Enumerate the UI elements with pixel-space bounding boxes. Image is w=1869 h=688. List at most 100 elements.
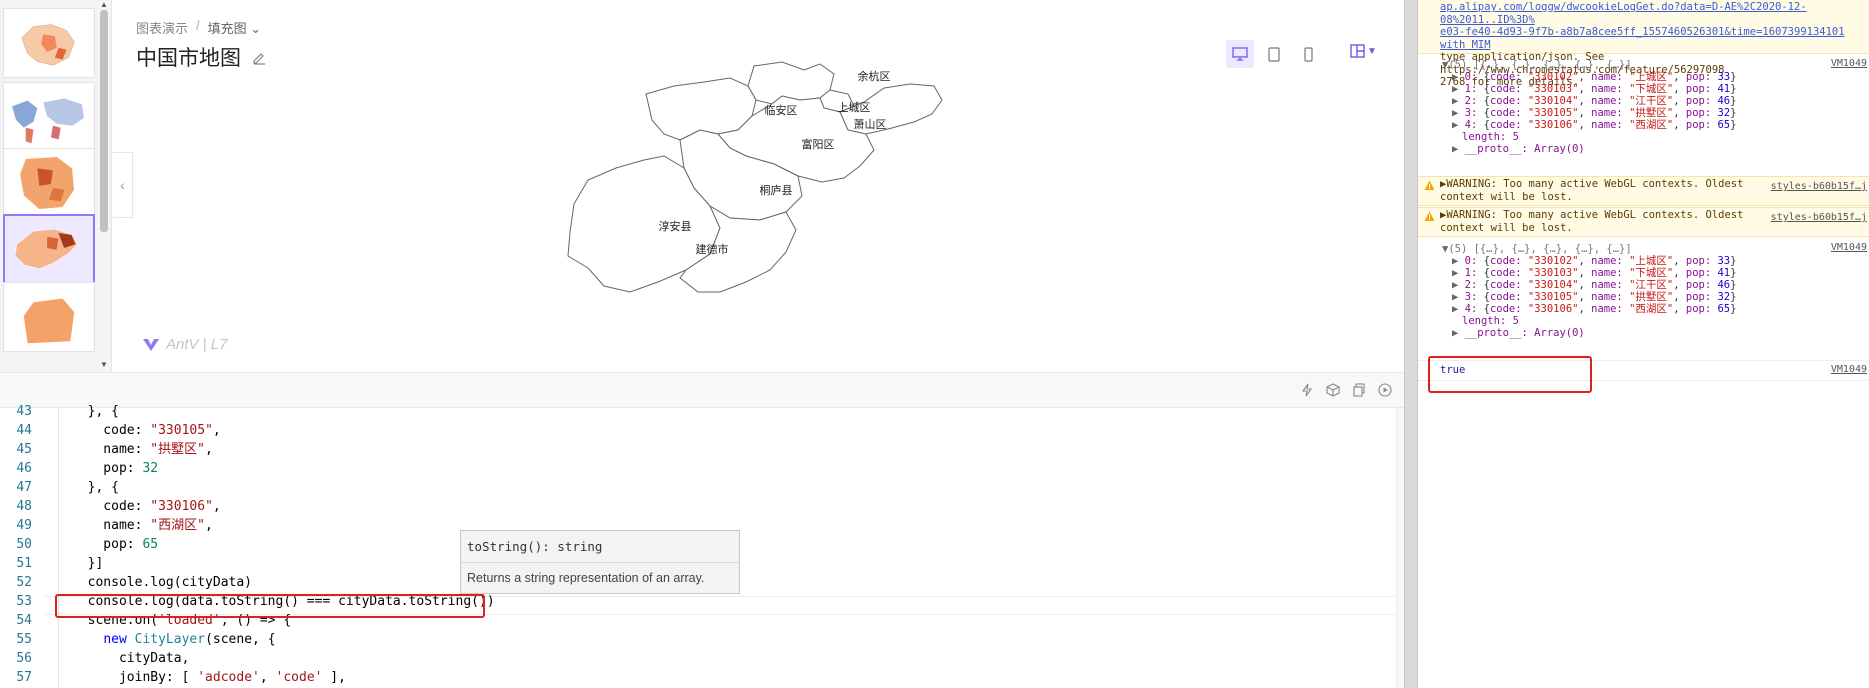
tablet-view-button[interactable] [1260, 40, 1288, 68]
thumbnail-scrollbar[interactable]: ▲ ▼ [98, 0, 110, 372]
code-line[interactable]: }, { [72, 478, 119, 497]
line-number: 57 [16, 670, 32, 685]
console-token: , [1673, 303, 1686, 315]
breadcrumb-current-label: 填充图 [207, 21, 247, 36]
indent-guide [58, 408, 59, 688]
tablet-icon [1268, 46, 1280, 62]
console-token: pop: [1685, 119, 1718, 131]
warning-icon [1424, 211, 1435, 221]
console-token: } [1730, 303, 1737, 315]
antv-l7-logo: AntV | L7 [142, 336, 227, 353]
code-line[interactable]: code: "330106", [72, 497, 220, 516]
codesandbox-icon[interactable] [1326, 383, 1340, 397]
scrollbar-thumb[interactable] [100, 10, 108, 232]
code-token: , [204, 518, 213, 533]
thumbnail-china-map[interactable] [3, 8, 95, 78]
hover-tooltip: toString(): string Returns a string repr… [460, 530, 740, 594]
desktop-view-button[interactable] [1226, 40, 1254, 68]
console-token: 65 [1717, 119, 1731, 131]
code-token: name: [72, 518, 151, 533]
code-token: console.log(cityData) [72, 575, 253, 590]
console-token: } [1730, 119, 1737, 131]
console-token: __proto__: Array(0) [1458, 327, 1585, 339]
code-line[interactable]: joinBy: [ 'adcode', 'code' ], [72, 668, 346, 687]
code-token: }, { [72, 404, 119, 419]
play-icon[interactable] [1378, 383, 1392, 397]
device-switcher [1226, 40, 1322, 68]
thumbnail-city-map-active[interactable] [3, 214, 95, 284]
console-source-link[interactable]: VM1049 [1831, 58, 1867, 69]
map-label-jiande: 建德市 [696, 242, 729, 256]
warning-line-2[interactable]: e03-fe40-4d93-9f7b-a8b7a8cee5ff_15574605… [1440, 26, 1869, 51]
edit-icon[interactable] [251, 49, 267, 65]
thumbnail-orange-map[interactable] [3, 282, 95, 352]
warning-line-1[interactable]: ap.alipay.com/loggw/dwcookieLogGet.do?da… [1440, 1, 1869, 26]
desktop-icon [1232, 47, 1248, 61]
code-editor[interactable]: 43 44 45 46 47 48 49 50 51 52 53 54 55 56 57 }, { code… [0, 404, 1404, 688]
lightning-icon[interactable] [1300, 383, 1314, 397]
code-token: new [103, 632, 127, 647]
code-token: pop: [72, 461, 143, 476]
console-webgl-warning-2: ▶WARNING: Too many active WebGL contexts… [1418, 207, 1869, 237]
code-token: 32 [142, 461, 159, 476]
page-title-text: 中国市地图 [136, 47, 241, 70]
scroll-up-icon[interactable]: ▲ [100, 0, 108, 9]
tooltip-signature: toString(): string [461, 531, 739, 563]
line-number: 43 [16, 404, 32, 419]
code-line[interactable]: console.log(cityData) [72, 573, 252, 592]
collapse-sidebar-button[interactable]: ‹ [113, 152, 133, 218]
chevron-left-icon: ‹ [120, 177, 125, 193]
copy-icon[interactable] [1352, 383, 1366, 397]
map-label-yuhang: 余杭区 [858, 69, 891, 83]
map-label-tonglu: 桐庐县 [760, 183, 793, 197]
code-token: "330105" [150, 423, 213, 438]
scroll-down-icon[interactable]: ▼ [100, 360, 108, 369]
breadcrumb-item-fill-map[interactable]: 填充图 ⌄ [208, 18, 262, 37]
console-array-proto[interactable]: ▶ __proto__: Array(0) [1452, 326, 1585, 340]
code-token: 'adcode' [197, 670, 260, 685]
map-label-shangcheng: 上城区 [838, 101, 871, 114]
console-token: __proto__: Array(0) [1458, 143, 1585, 155]
code-line[interactable]: name: "西湖区", [72, 516, 213, 535]
code-line[interactable]: pop: 32 [72, 459, 158, 478]
line-number-gutter: 43 44 45 46 47 48 49 50 51 52 53 54 55 56 57 [0, 404, 44, 688]
warning-source-link[interactable]: styles-b60b15f…j [1771, 180, 1867, 193]
code-token: CityLayer [134, 632, 206, 647]
code-line[interactable]: pop: 65 [72, 535, 158, 554]
code-line[interactable]: new CityLayer(scene, { [72, 630, 275, 649]
thumbnail-province-map[interactable] [3, 148, 95, 218]
editor-toolbar [0, 372, 1404, 408]
code-line[interactable]: code: "330105", [72, 421, 220, 440]
code-token: pop: [72, 537, 143, 552]
result-source-link[interactable]: VM1049 [1831, 364, 1867, 375]
console-source-link[interactable]: VM1049 [1831, 242, 1867, 253]
code-token: }] [72, 556, 104, 571]
code-line[interactable]: }, { [72, 402, 119, 421]
annotation-highlight-box [55, 594, 485, 618]
chart-thumbnail-list: ▲ ▼ [0, 0, 112, 372]
line-number: 49 [16, 518, 32, 533]
console-token: "西湖区" [1629, 119, 1674, 131]
warning-source-link[interactable]: styles-b60b15f…j [1771, 211, 1867, 224]
devtools-console: ap.alipay.com/loggw/dwcookieLogGet.do?da… [1418, 0, 1869, 688]
hangzhou-district-map[interactable]: 余杭区 临安区 上城区 萧山区 富阳区 桐庐县 淳安县 建德市 [534, 60, 954, 360]
breadcrumb-separator: / [196, 18, 200, 33]
map-label-chun-an: 淳安县 [659, 219, 692, 233]
editor-scrollbar[interactable] [1396, 408, 1404, 688]
line-number: 44 [16, 423, 32, 438]
code-token: , [259, 670, 276, 685]
code-line[interactable]: cityData, [72, 649, 189, 668]
code-token: "拱墅区" [150, 442, 205, 457]
thumbnail-world-map[interactable] [3, 82, 95, 152]
code-line[interactable]: name: "拱墅区", [72, 440, 212, 459]
mobile-view-button[interactable] [1294, 40, 1322, 68]
breadcrumb-item-demos[interactable]: 图表演示 [136, 18, 188, 37]
console-array-proto[interactable]: ▶ __proto__: Array(0) [1452, 142, 1585, 156]
panel-splitter[interactable] [1404, 0, 1418, 688]
layout-switch-button[interactable]: ▼ [1350, 44, 1377, 58]
code-line[interactable]: }] [72, 554, 104, 573]
line-number: 56 [16, 651, 32, 666]
console-token: , [1673, 119, 1686, 131]
